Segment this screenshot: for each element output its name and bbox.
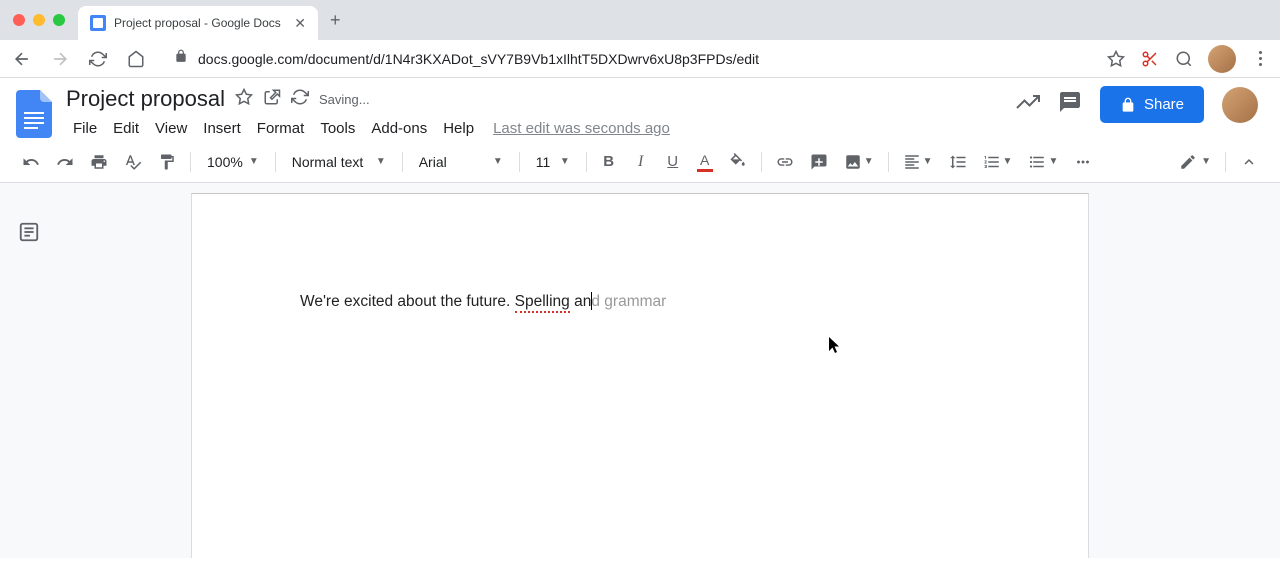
reload-button[interactable] — [86, 50, 110, 68]
home-button[interactable] — [124, 50, 148, 68]
docs-logo-icon[interactable] — [16, 90, 52, 138]
chevron-down-icon: ▼ — [1003, 156, 1013, 167]
browser-tab-bar: Project proposal - Google Docs ✕ + — [0, 0, 1280, 40]
url-field[interactable]: docs.google.com/document/d/1N4r3KXADot_s… — [162, 49, 1092, 68]
activity-icon[interactable] — [1016, 90, 1040, 119]
docs-favicon — [90, 15, 106, 31]
browser-profile-avatar[interactable] — [1208, 45, 1236, 73]
chevron-down-icon: ▼ — [1048, 156, 1058, 167]
chevron-down-icon: ▼ — [923, 156, 933, 167]
chevron-down-icon: ▼ — [249, 156, 259, 167]
lock-icon — [1120, 97, 1136, 113]
search-extension-icon[interactable] — [1174, 49, 1194, 69]
font-size-dropdown[interactable]: 11 ▼ — [528, 150, 578, 174]
menu-view[interactable]: View — [148, 116, 194, 141]
underline-button[interactable]: U — [659, 147, 687, 176]
scissors-extension-icon[interactable] — [1140, 49, 1160, 69]
forward-button[interactable] — [48, 49, 72, 69]
maximize-window-button[interactable] — [53, 14, 65, 26]
star-button[interactable] — [235, 88, 253, 111]
menu-insert[interactable]: Insert — [196, 116, 248, 141]
chevron-down-icon: ▼ — [560, 156, 570, 167]
zoom-dropdown[interactable]: 100% ▼ — [199, 150, 267, 174]
spelling-error-word[interactable]: Spelling — [515, 293, 570, 313]
paragraph-style-dropdown[interactable]: Normal text ▼ — [284, 150, 394, 174]
menu-format[interactable]: Format — [250, 116, 312, 141]
share-label: Share — [1144, 96, 1184, 113]
outline-toggle-button[interactable] — [18, 221, 40, 248]
close-window-button[interactable] — [13, 14, 25, 26]
mouse-cursor-icon — [829, 337, 843, 355]
menu-help[interactable]: Help — [436, 116, 481, 141]
menu-bar: File Edit View Insert Format Tools Add-o… — [66, 116, 1016, 141]
collapse-toolbar-button[interactable] — [1234, 147, 1264, 177]
cloud-status-icon[interactable] — [291, 88, 309, 111]
print-button[interactable] — [84, 147, 114, 177]
bulleted-list-button[interactable]: ▼ — [1022, 147, 1064, 177]
highlight-color-button[interactable] — [723, 147, 753, 177]
add-comment-button[interactable] — [804, 147, 834, 177]
insert-image-button[interactable]: ▼ — [838, 147, 880, 177]
back-button[interactable] — [10, 49, 34, 69]
document-canvas: We're excited about the future. Spelling… — [0, 183, 1280, 558]
document-title-input[interactable]: Project proposal — [66, 86, 225, 112]
last-edit-link[interactable]: Last edit was seconds ago — [493, 120, 670, 137]
insert-link-button[interactable] — [770, 147, 800, 177]
chevron-down-icon: ▼ — [1201, 156, 1211, 167]
share-button[interactable]: Share — [1100, 86, 1204, 123]
autocomplete-suggestion: d grammar — [591, 293, 666, 310]
browser-tab[interactable]: Project proposal - Google Docs ✕ — [78, 6, 318, 40]
tab-title: Project proposal - Google Docs — [114, 16, 281, 30]
window-controls — [0, 14, 78, 26]
menu-tools[interactable]: Tools — [313, 116, 362, 141]
docs-header: Project proposal Saving... File Edit Vie… — [0, 78, 1280, 141]
bold-button[interactable]: B — [595, 147, 623, 176]
minimize-window-button[interactable] — [33, 14, 45, 26]
menu-file[interactable]: File — [66, 116, 104, 141]
bookmark-button[interactable] — [1106, 49, 1126, 69]
undo-button[interactable] — [16, 147, 46, 177]
chevron-down-icon: ▼ — [376, 156, 386, 167]
text-color-button[interactable]: A — [691, 146, 719, 178]
document-body-text[interactable]: We're excited about the future. Spelling… — [300, 290, 980, 313]
close-tab-button[interactable]: ✕ — [294, 15, 306, 32]
chevron-down-icon: ▼ — [864, 156, 874, 167]
formatting-toolbar: 100% ▼ Normal text ▼ Arial ▼ 11 ▼ B I U … — [0, 141, 1280, 183]
account-avatar[interactable] — [1222, 87, 1258, 123]
chevron-down-icon: ▼ — [493, 156, 503, 167]
spellcheck-button[interactable] — [118, 147, 148, 177]
numbered-list-button[interactable]: ▼ — [977, 147, 1019, 177]
move-button[interactable] — [263, 88, 281, 111]
italic-button[interactable]: I — [627, 147, 655, 177]
comments-button[interactable] — [1058, 90, 1082, 119]
more-button[interactable] — [1068, 147, 1098, 177]
browser-menu-button[interactable] — [1250, 51, 1270, 66]
browser-address-bar: docs.google.com/document/d/1N4r3KXADot_s… — [0, 40, 1280, 78]
paint-format-button[interactable] — [152, 147, 182, 177]
redo-button[interactable] — [50, 147, 80, 177]
font-dropdown[interactable]: Arial ▼ — [411, 150, 511, 174]
editing-mode-button[interactable]: ▼ — [1173, 147, 1217, 177]
menu-addons[interactable]: Add-ons — [364, 116, 434, 141]
new-tab-button[interactable]: + — [330, 10, 341, 31]
lock-icon — [174, 49, 188, 68]
menu-edit[interactable]: Edit — [106, 116, 146, 141]
saving-status: Saving... — [319, 92, 370, 107]
line-spacing-button[interactable] — [943, 147, 973, 177]
align-button[interactable]: ▼ — [897, 147, 939, 177]
document-page[interactable]: We're excited about the future. Spelling… — [191, 193, 1089, 558]
url-text: docs.google.com/document/d/1N4r3KXADot_s… — [198, 51, 759, 67]
